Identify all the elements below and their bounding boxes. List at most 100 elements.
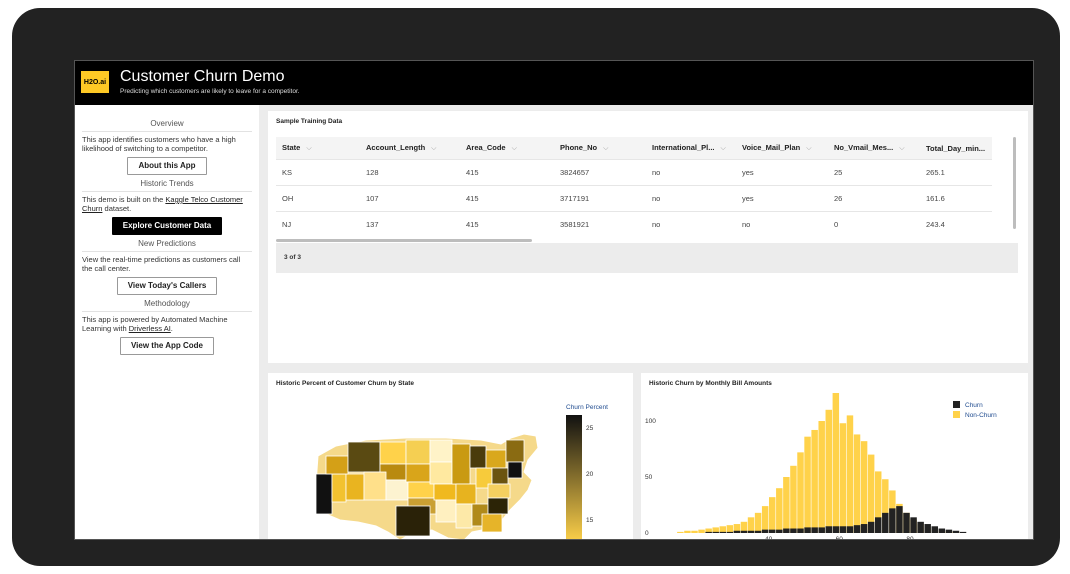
churn-bar[interactable] [860,524,868,533]
non-churn-bar[interactable] [726,525,734,533]
churn-bar[interactable] [719,531,726,533]
sort-chevron-icon[interactable]: ⌵ [806,145,811,152]
churn-bar[interactable] [783,528,790,533]
churn-bar[interactable] [952,530,960,533]
non-churn-bar[interactable] [804,436,811,533]
view-code-button[interactable]: View the App Code [119,337,214,355]
churn-bar[interactable] [811,527,818,533]
table-row[interactable]: OH 107 415 3717191 no yes 26 161.6 [276,185,992,212]
churn-bar[interactable] [917,521,924,533]
state[interactable] [385,479,409,501]
churn-bar[interactable] [903,512,910,533]
churn-bar[interactable] [754,530,762,533]
churn-bar[interactable] [889,508,896,533]
sort-chevron-icon[interactable]: ⌵ [306,145,311,152]
non-churn-bar[interactable] [867,454,875,533]
non-churn-bar[interactable] [832,393,840,533]
col-header[interactable]: Phone_No ⌵ [554,137,646,160]
table-row[interactable]: KS 128 415 3824657 no yes 25 265.1 [276,159,992,186]
churn-bar[interactable] [867,521,875,533]
churn-bar[interactable] [832,526,840,533]
churn-bar[interactable] [825,526,832,533]
state[interactable] [331,473,347,503]
state[interactable] [325,455,349,475]
state[interactable] [405,439,431,465]
churn-bar[interactable] [776,529,783,533]
churn-bar[interactable] [882,512,889,533]
state[interactable] [433,483,457,501]
legend-label[interactable]: Non-Churn [965,412,997,419]
non-churn-bar[interactable] [747,517,755,533]
col-header[interactable]: State ⌵ [276,137,360,160]
non-churn-bar[interactable] [839,423,847,533]
non-churn-bar[interactable] [698,529,705,533]
state[interactable] [395,505,431,537]
state[interactable] [363,471,387,501]
churn-bar[interactable] [712,531,719,533]
sort-chevron-icon[interactable]: ⌵ [721,145,726,152]
horizontal-scrollbar[interactable] [276,239,532,242]
churn-histogram[interactable]: 100 50 0 40 60 80 Churn Non-Churn [641,373,1028,540]
churn-bar[interactable] [797,528,804,533]
churn-bar[interactable] [705,531,712,533]
non-churn-bar[interactable] [860,441,868,533]
vertical-scrollbar[interactable] [1013,137,1016,229]
non-churn-bar[interactable] [677,531,684,533]
non-churn-bar[interactable] [691,530,698,533]
churn-bar[interactable] [931,526,938,533]
churn-bar[interactable] [945,529,953,533]
state[interactable] [491,467,509,485]
state[interactable] [429,461,453,485]
col-header[interactable]: Account_Length ⌵ [360,137,460,160]
driverless-ai-link[interactable]: Driverless AI [129,324,171,333]
non-churn-bar[interactable] [790,465,797,533]
non-churn-bar[interactable] [783,477,790,533]
table-row[interactable]: NJ 137 415 3581921 no no 0 243.4 [276,211,992,237]
state[interactable] [507,461,523,479]
col-header[interactable]: Voice_Mail_Plan ⌵ [736,137,828,160]
non-churn-bar[interactable] [776,488,783,533]
state[interactable] [405,463,431,483]
explore-data-button[interactable]: Explore Customer Data [111,217,223,235]
churn-bar[interactable] [733,530,741,533]
view-callers-button[interactable]: View Today's Callers [116,277,218,295]
churn-bar[interactable] [747,530,755,533]
non-churn-bar[interactable] [769,497,776,533]
non-churn-bar[interactable] [818,421,825,533]
churn-bar[interactable] [740,530,748,533]
churn-bar[interactable] [839,526,847,533]
us-churn-map[interactable] [296,428,576,540]
churn-bar[interactable] [761,529,769,533]
col-header[interactable]: Total_Day_min... [920,137,992,160]
sort-chevron-icon[interactable]: ⌵ [603,145,608,152]
non-churn-bar[interactable] [811,429,818,533]
state[interactable] [455,483,477,505]
state[interactable] [347,441,381,473]
col-header[interactable]: Area_Code ⌵ [460,137,554,160]
state[interactable] [451,443,471,485]
state[interactable] [487,483,511,499]
non-churn-bar[interactable] [684,530,691,533]
churn-bar[interactable] [726,531,734,533]
state[interactable] [429,439,453,463]
state[interactable] [485,449,507,469]
churn-bar[interactable] [790,528,797,533]
sort-chevron-icon[interactable]: ⌵ [512,145,517,152]
churn-bar[interactable] [846,526,854,533]
non-churn-bar[interactable] [761,506,769,533]
churn-bar[interactable] [896,506,903,533]
state[interactable] [379,441,407,465]
non-churn-bar[interactable] [853,434,861,533]
h2o-logo[interactable]: H2O.ai [81,71,109,93]
state[interactable] [487,497,509,515]
about-app-button[interactable]: About this App [127,157,207,175]
legend-label[interactable]: Churn [965,402,983,409]
churn-bar[interactable] [938,528,946,533]
state[interactable] [469,445,487,469]
churn-bar[interactable] [853,525,861,533]
sort-chevron-icon[interactable]: ⌵ [431,145,436,152]
churn-bar[interactable] [924,524,931,533]
churn-bar[interactable] [959,531,967,533]
state[interactable] [345,473,365,501]
state[interactable] [505,439,525,463]
